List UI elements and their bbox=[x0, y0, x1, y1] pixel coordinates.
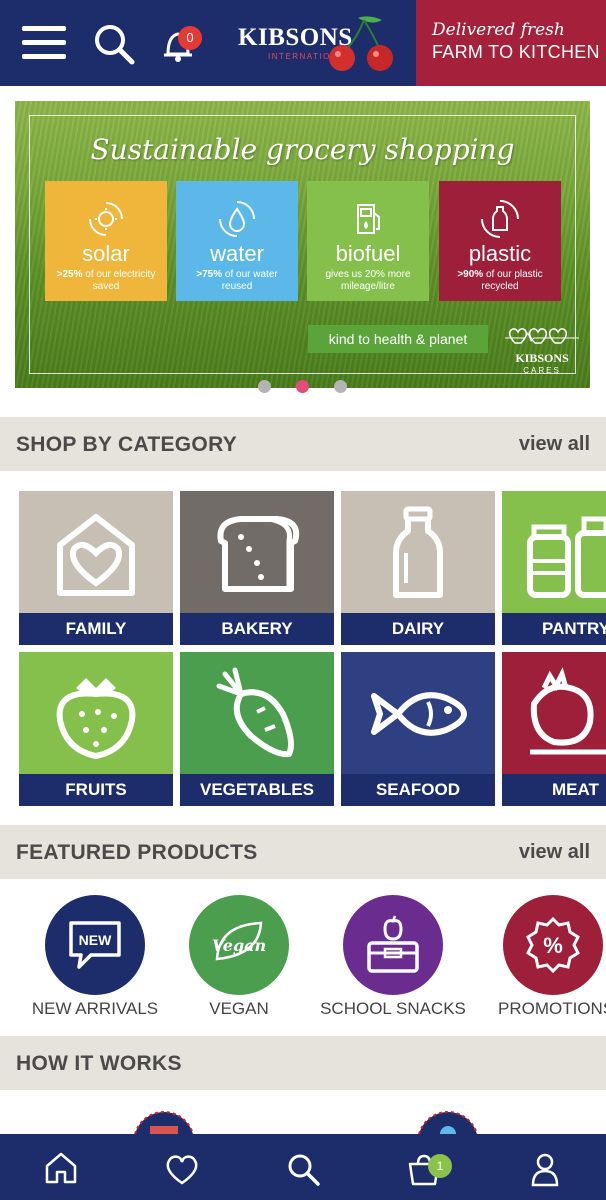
category-label: VEGETABLES bbox=[180, 774, 334, 806]
promo-banner[interactable]: Sustainable grocery shopping solar >25% … bbox=[15, 101, 590, 388]
new-speech-bubble-icon: NEW bbox=[69, 921, 121, 969]
tile-name: biofuel bbox=[335, 241, 401, 266]
tile-name: solar bbox=[82, 241, 130, 266]
tile-desc: >25% of our electricity saved bbox=[56, 269, 156, 292]
section-title: FEATURED PRODUCTS bbox=[16, 841, 258, 864]
tile-desc: >75% of our water reused bbox=[196, 269, 278, 292]
user-icon[interactable] bbox=[527, 1151, 563, 1187]
category-label: SEAFOOD bbox=[341, 774, 495, 806]
tile-biofuel: biofuel gives us 20% more mileage/litre bbox=[307, 181, 429, 301]
menu-icon[interactable] bbox=[22, 26, 66, 60]
bread-icon bbox=[217, 516, 300, 592]
percent-badge-icon: % bbox=[526, 916, 580, 974]
featured-label: PROMOTIONS bbox=[498, 999, 606, 1018]
category-meat[interactable]: MEAT bbox=[502, 652, 606, 806]
tile-plastic: plastic >90% of our plastic recycled bbox=[439, 181, 561, 301]
category-pantry[interactable]: PANTRY bbox=[502, 491, 606, 645]
milk-bottle-icon bbox=[393, 506, 443, 598]
svg-text:%: % bbox=[543, 933, 563, 958]
fish-icon bbox=[371, 692, 468, 736]
tile-name: plastic bbox=[468, 241, 532, 266]
category-vegetables[interactable]: VEGETABLES bbox=[180, 652, 334, 806]
tile-desc: >90% of our plastic recycled bbox=[457, 269, 543, 292]
hearts-icon bbox=[505, 328, 579, 344]
featured-new-arrivals[interactable]: NEW NEW ARRIVALS bbox=[20, 895, 170, 1025]
category-fruits[interactable]: FRUITS bbox=[19, 652, 173, 806]
tagline-line2: FARM TO KITCHEN bbox=[432, 42, 600, 62]
view-all-featured-link[interactable]: view all bbox=[519, 841, 590, 864]
lunchbox-apple-icon bbox=[367, 915, 419, 973]
strawberry-icon bbox=[56, 678, 136, 760]
svg-text:NEW: NEW bbox=[79, 932, 112, 948]
carousel-dot[interactable] bbox=[334, 380, 347, 393]
category-family[interactable]: FAMILY bbox=[19, 491, 173, 645]
house-heart-icon bbox=[57, 514, 135, 596]
heart-icon[interactable] bbox=[164, 1152, 200, 1188]
tile-name: water bbox=[210, 241, 264, 266]
kibsons-cares-logo: KIBSONS CARES bbox=[505, 323, 579, 375]
tagline-line1: Delivered fresh bbox=[432, 20, 565, 40]
vegan-leaf-icon: Vegan bbox=[212, 921, 266, 961]
carousel-dot[interactable] bbox=[258, 380, 271, 393]
carousel-indicator[interactable] bbox=[258, 380, 350, 394]
featured-school-snacks[interactable]: SCHOOL SNACKS bbox=[318, 895, 468, 1025]
kind-to-health-button[interactable]: kind to health & planet bbox=[308, 325, 488, 353]
cherry-logo-icon bbox=[329, 16, 393, 71]
search-icon[interactable] bbox=[285, 1151, 321, 1187]
carousel-dot-active[interactable] bbox=[296, 380, 309, 393]
category-section-header: SHOP BY CATEGORY view all bbox=[0, 417, 606, 471]
cares-brand: KIBSONS bbox=[515, 351, 569, 365]
tile-water: water >75% of our water reused bbox=[176, 181, 298, 301]
category-label: BAKERY bbox=[180, 613, 334, 645]
bottle-recycle-icon bbox=[481, 200, 519, 238]
featured-label: NEW ARRIVALS bbox=[31, 999, 159, 1018]
svg-text:Vegan: Vegan bbox=[212, 936, 266, 955]
category-label: DAIRY bbox=[341, 613, 495, 645]
category-label: PANTRY bbox=[502, 613, 606, 645]
featured-promotions[interactable]: % PROMOTIONS bbox=[478, 895, 606, 1025]
featured-section-header: FEATURED PRODUCTS view all bbox=[0, 825, 606, 879]
how-it-works-header: HOW IT WORKS bbox=[0, 1036, 606, 1090]
chicken-icon bbox=[530, 667, 606, 755]
section-title: HOW IT WORKS bbox=[16, 1052, 182, 1075]
search-icon[interactable] bbox=[92, 22, 136, 66]
water-drop-recycle-icon bbox=[219, 201, 255, 237]
tile-solar: solar >25% of our electricity saved bbox=[45, 181, 167, 301]
tile-desc: gives us 20% more mileage/litre bbox=[325, 269, 411, 292]
category-label: MEAT bbox=[502, 774, 606, 806]
fuel-pump-icon bbox=[357, 204, 380, 234]
jars-icon bbox=[527, 516, 606, 598]
sun-recycle-icon bbox=[89, 202, 123, 236]
notification-badge: 0 bbox=[178, 26, 202, 50]
view-all-categories-link[interactable]: view all bbox=[519, 433, 590, 456]
banner-title: Sustainable grocery shopping bbox=[90, 133, 515, 166]
featured-label: SCHOOL SNACKS bbox=[320, 999, 466, 1018]
category-dairy[interactable]: DAIRY bbox=[341, 491, 495, 645]
section-title: SHOP BY CATEGORY bbox=[16, 433, 238, 456]
category-seafood[interactable]: SEAFOOD bbox=[341, 652, 495, 806]
carrot-icon bbox=[216, 667, 294, 758]
category-label: FAMILY bbox=[19, 613, 173, 645]
cares-text: CARES bbox=[523, 366, 561, 375]
home-icon[interactable] bbox=[43, 1150, 79, 1186]
category-bakery[interactable]: BAKERY bbox=[180, 491, 334, 645]
category-label: FRUITS bbox=[19, 774, 173, 806]
featured-label: VEGAN bbox=[209, 999, 269, 1018]
cart-count-badge: 1 bbox=[428, 1154, 452, 1178]
featured-vegan[interactable]: Vegan VEGAN bbox=[164, 895, 314, 1025]
